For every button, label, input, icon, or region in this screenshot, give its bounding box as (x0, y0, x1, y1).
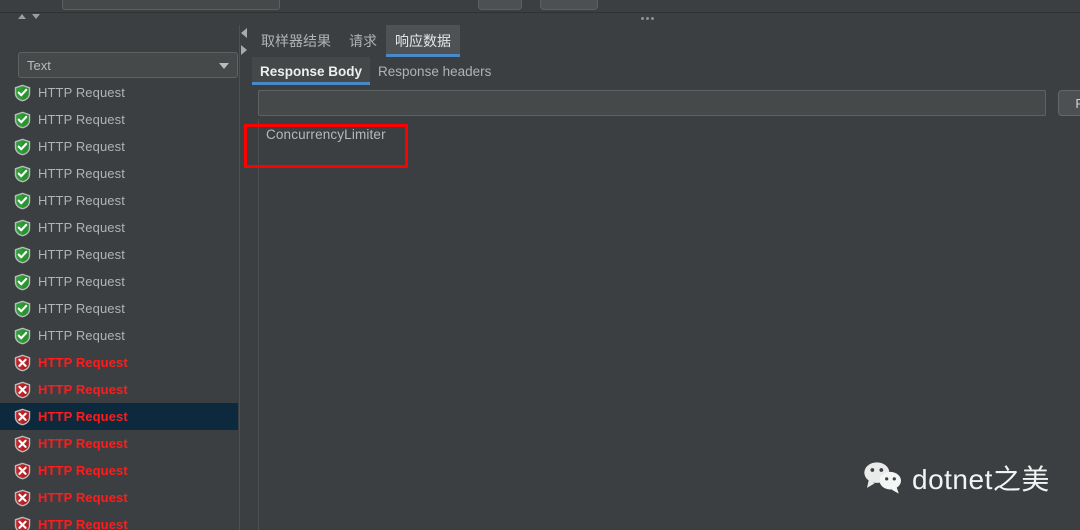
list-item-label: HTTP Request (38, 382, 128, 397)
subtab-label: Response Body (260, 63, 363, 79)
shield-check-icon (14, 165, 31, 183)
splitter-dots-icon[interactable] (641, 17, 654, 20)
top-text-field[interactable] (62, 0, 280, 10)
list-item[interactable]: HTTP Request (0, 511, 238, 530)
subtab-1[interactable]: Response headers (370, 57, 499, 85)
list-item[interactable]: HTTP Request (0, 403, 238, 430)
list-item-label: HTTP Request (38, 463, 128, 478)
tab-2[interactable]: 响应数据 (386, 25, 460, 57)
subtab-0[interactable]: Response Body (252, 57, 371, 85)
list-item-label: HTTP Request (38, 274, 125, 289)
list-item-label: HTTP Request (38, 139, 125, 154)
sampler-tree-panel: Text HTTP Request HTTP Request HTTP Requ… (0, 25, 238, 530)
list-item-label: HTTP Request (38, 517, 128, 530)
shield-check-icon (14, 111, 31, 129)
shield-check-icon (14, 84, 31, 102)
shield-error-icon (14, 435, 31, 453)
triangle-down-icon[interactable] (32, 14, 40, 19)
shield-check-icon (14, 327, 31, 345)
list-item[interactable]: HTTP Request (0, 268, 238, 295)
shield-error-icon (14, 462, 31, 480)
search-row: Find (252, 87, 1080, 119)
list-item[interactable]: HTTP Request (0, 295, 238, 322)
editor-gutter-line (258, 119, 259, 530)
shield-error-icon (14, 408, 31, 426)
top-button-1[interactable] (478, 0, 522, 10)
response-panel: 取样器结果 请求 响应数据 Response Body Response header… (252, 25, 1080, 530)
list-item-label: HTTP Request (38, 166, 125, 181)
tab-1[interactable]: 请求 (340, 25, 386, 57)
list-item-label: HTTP Request (38, 436, 128, 451)
tab-label: 响应数据 (395, 33, 451, 49)
find-button[interactable]: Find (1058, 90, 1080, 116)
shield-check-icon (14, 192, 31, 210)
vertical-splitter[interactable] (238, 25, 252, 530)
shield-error-icon (14, 489, 31, 507)
list-item[interactable]: HTTP Request (0, 79, 238, 106)
response-body-text: ConcurrencyLimiter (266, 127, 386, 142)
list-item[interactable]: HTTP Request (0, 376, 238, 403)
app-window: Text HTTP Request HTTP Request HTTP Requ… (0, 0, 1080, 530)
triangle-left-icon[interactable] (241, 28, 247, 38)
tab-label: 取样器结果 (261, 33, 331, 49)
wechat-icon (862, 461, 906, 495)
shield-check-icon (14, 219, 31, 237)
shield-check-icon (14, 246, 31, 264)
list-item[interactable]: HTTP Request (0, 214, 238, 241)
tab-0[interactable]: 取样器结果 (252, 25, 340, 57)
list-item[interactable]: HTTP Request (0, 484, 238, 511)
list-item-label: HTTP Request (38, 220, 125, 235)
list-item[interactable]: HTTP Request (0, 349, 238, 376)
top-cutoff-strip (0, 0, 1080, 12)
vertical-splitter-line (239, 25, 240, 530)
list-item-label: HTTP Request (38, 328, 125, 343)
list-item-label: HTTP Request (38, 301, 125, 316)
list-item[interactable]: HTTP Request (0, 457, 238, 484)
view-type-select[interactable]: Text (18, 52, 238, 78)
shield-check-icon (14, 300, 31, 318)
list-item[interactable]: HTTP Request (0, 133, 238, 160)
list-item-label: HTTP Request (38, 112, 125, 127)
list-item[interactable]: HTTP Request (0, 322, 238, 349)
list-item-label: HTTP Request (38, 193, 125, 208)
list-item[interactable]: HTTP Request (0, 241, 238, 268)
shield-error-icon (14, 516, 31, 530)
list-item[interactable]: HTTP Request (0, 106, 238, 133)
shield-error-icon (14, 354, 31, 372)
list-item-label: HTTP Request (38, 490, 128, 505)
top-button-2[interactable] (540, 0, 598, 10)
view-type-value: Text (27, 57, 51, 73)
subtab-label: Response headers (378, 63, 492, 79)
horizontal-splitter[interactable] (0, 13, 1080, 25)
watermark: dotnet之美 (862, 458, 1050, 498)
chevron-down-icon[interactable] (219, 63, 229, 69)
list-item[interactable]: HTTP Request (0, 187, 238, 214)
sampler-result-list[interactable]: HTTP Request HTTP Request HTTP Request H… (0, 79, 238, 530)
list-item[interactable]: HTTP Request (0, 160, 238, 187)
shield-check-icon (14, 273, 31, 291)
search-input[interactable] (258, 90, 1046, 116)
list-item-label: HTTP Request (38, 355, 128, 370)
response-subtabs[interactable]: Response Body Response headers (252, 57, 499, 85)
triangle-up-icon[interactable] (18, 14, 26, 19)
tab-label: 请求 (349, 33, 377, 49)
list-item-label: HTTP Request (38, 85, 125, 100)
shield-error-icon (14, 381, 31, 399)
list-item-label: HTTP Request (38, 247, 125, 262)
shield-check-icon (14, 138, 31, 156)
result-tabs[interactable]: 取样器结果 请求 响应数据 (252, 25, 460, 57)
watermark-text: dotnet之美 (912, 464, 1050, 495)
scroll-arrows-group (18, 14, 40, 19)
triangle-right-icon[interactable] (241, 45, 247, 55)
splitter-collapse-arrows (241, 28, 247, 55)
list-item-label: HTTP Request (38, 409, 128, 424)
list-item[interactable]: HTTP Request (0, 430, 238, 457)
